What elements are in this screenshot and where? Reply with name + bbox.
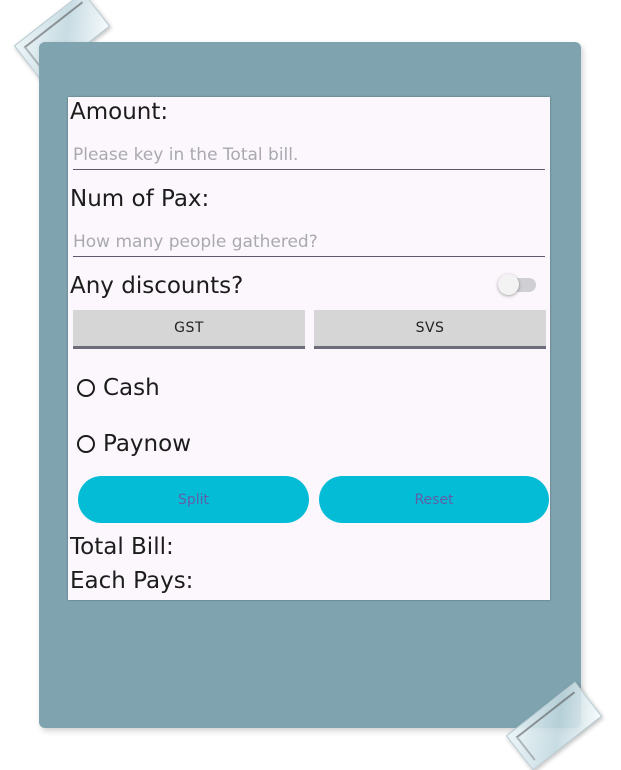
radio-option-paynow[interactable]: Paynow (77, 430, 191, 458)
amount-field (73, 141, 545, 170)
radio-button-icon[interactable] (77, 379, 95, 397)
pax-field (73, 228, 545, 257)
radio-option-cash[interactable]: Cash (77, 374, 160, 402)
pax-label: Num of Pax: (70, 186, 210, 212)
tab-svs[interactable]: SVS (314, 310, 546, 349)
amount-input[interactable] (73, 141, 545, 169)
discount-toggle[interactable] (498, 274, 536, 295)
paynow-label: Paynow (103, 431, 192, 457)
app-screen: Amount: Num of Pax: Any discounts? GST S… (68, 97, 550, 600)
total-bill-label: Total Bill: (70, 534, 174, 560)
discount-label: Any discounts? (70, 273, 244, 299)
split-button[interactable]: Split (78, 476, 309, 523)
each-pays-label: Each Pays: (70, 568, 194, 594)
tab-gst[interactable]: GST (73, 310, 305, 349)
radio-button-icon[interactable] (77, 435, 95, 453)
toggle-knob (498, 274, 519, 295)
cash-label: Cash (103, 375, 160, 401)
pax-input[interactable] (73, 228, 545, 256)
amount-label: Amount: (70, 99, 169, 125)
reset-button[interactable]: Reset (319, 476, 549, 523)
